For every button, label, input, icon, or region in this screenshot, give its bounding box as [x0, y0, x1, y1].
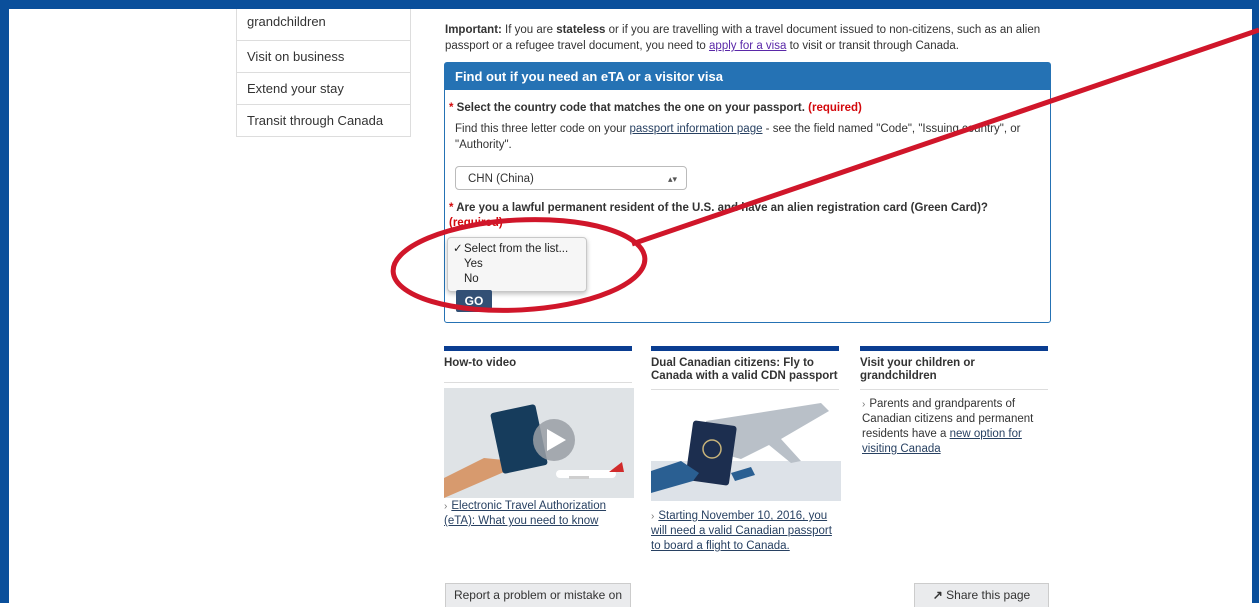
chevron-right-icon: › — [444, 501, 448, 512]
help-text-1: Find this three letter code on your — [455, 123, 630, 135]
dropdown-option-no[interactable]: No — [448, 272, 586, 287]
report-problem-button[interactable]: Report a problem or mistake on — [445, 583, 631, 607]
share-page-button[interactable]: ↗ Share this page — [914, 583, 1049, 607]
sidebar-item-visit-on-business[interactable]: Visit on business — [237, 40, 410, 72]
dropdown-option-label: Select from the list... — [464, 243, 569, 255]
apply-for-visa-link[interactable]: apply for a visa — [709, 40, 786, 52]
dual-citizens-link[interactable]: Starting November 10, 2016, you will nee… — [651, 510, 832, 552]
card-title: Dual Canadian citizens: Fly to Canada wi… — [651, 357, 838, 382]
section-sidebar-nav: grandchildren Visit on business Extend y… — [236, 9, 411, 137]
card-divider — [860, 389, 1048, 390]
card-how-to-video: How-to video › Electronic Travel Authoriz… — [444, 346, 634, 527]
sidebar-item-grandchildren[interactable]: grandchildren — [237, 9, 410, 40]
country-code-value: CHN (China) — [468, 173, 534, 185]
select-arrows-icon: ▴▾ — [667, 174, 677, 184]
video-thumbnail-image — [444, 388, 634, 498]
passport-illustration[interactable] — [651, 401, 841, 501]
chevron-right-icon: › — [651, 511, 655, 522]
passport-info-page-link[interactable]: passport information page — [630, 123, 763, 135]
card-dual-citizens: Dual Canadian citizens: Fly to Canada wi… — [651, 346, 841, 552]
card-link-item: › Electronic Travel Authorization (eTA): … — [444, 499, 632, 529]
window-frame-right — [1252, 0, 1259, 603]
dropdown-option-yes[interactable]: Yes — [448, 257, 586, 272]
country-code-select[interactable]: CHN (China) ▴▾ — [455, 166, 687, 190]
green-card-question: * Are you a lawful permanent resident of… — [449, 201, 1039, 231]
checkmark-icon: ✓ — [453, 243, 463, 255]
card-visit-children: Visit your children or grandchildren › Pa… — [860, 346, 1048, 455]
green-card-label: Are you a lawful permanent resident of t… — [453, 202, 988, 214]
card-divider — [651, 389, 839, 390]
card-text-item: › Parents and grandparents of Canadian ci… — [860, 397, 1037, 457]
card-title: Visit your children or grandchildren — [860, 357, 975, 382]
card-link-item: › Starting November 10, 2016, you will ne… — [651, 509, 839, 554]
notice-text-1: If you are — [501, 24, 557, 36]
required-tag: (required) — [808, 102, 862, 114]
dropdown-option-label: Yes — [464, 258, 483, 270]
window-frame-top — [0, 0, 1259, 9]
chevron-right-icon: › — [862, 399, 866, 410]
country-code-help: Find this three letter code on your pass… — [455, 121, 1040, 153]
important-notice: Important: If you are stateless or if yo… — [445, 22, 1055, 54]
dropdown-option-label: No — [464, 273, 479, 285]
green-card-dropdown[interactable]: ✓ Select from the list... Yes No — [447, 237, 587, 292]
share-label: Share this page — [946, 588, 1031, 602]
required-tag: (required) — [449, 217, 503, 229]
dropdown-option-select[interactable]: ✓ Select from the list... — [448, 242, 586, 257]
country-code-label: Select the country code that matches the… — [453, 102, 805, 114]
sidebar-item-extend-your-stay[interactable]: Extend your stay — [237, 72, 410, 104]
eta-video-thumbnail[interactable] — [444, 388, 634, 498]
card-title: How-to video — [444, 357, 517, 369]
go-button[interactable]: GO — [456, 290, 492, 312]
country-code-question: * Select the country code that matches t… — [449, 101, 1039, 116]
important-label: Important: — [445, 24, 502, 36]
share-icon: ↗ — [932, 588, 943, 602]
stateless-emphasis: stateless — [556, 24, 606, 36]
eta-video-link[interactable]: Electronic Travel Authorization (eTA): W… — [444, 500, 606, 527]
sidebar-item-transit-through-canada[interactable]: Transit through Canada — [237, 104, 410, 136]
card-divider — [444, 382, 632, 383]
eta-check-panel: Find out if you need an eTA or a visitor… — [444, 62, 1051, 323]
passport-plane-image — [651, 401, 841, 501]
panel-title: Find out if you need an eTA or a visitor… — [445, 63, 1050, 90]
notice-text-3: to visit or transit through Canada. — [786, 40, 959, 52]
window-frame-left — [0, 0, 9, 603]
